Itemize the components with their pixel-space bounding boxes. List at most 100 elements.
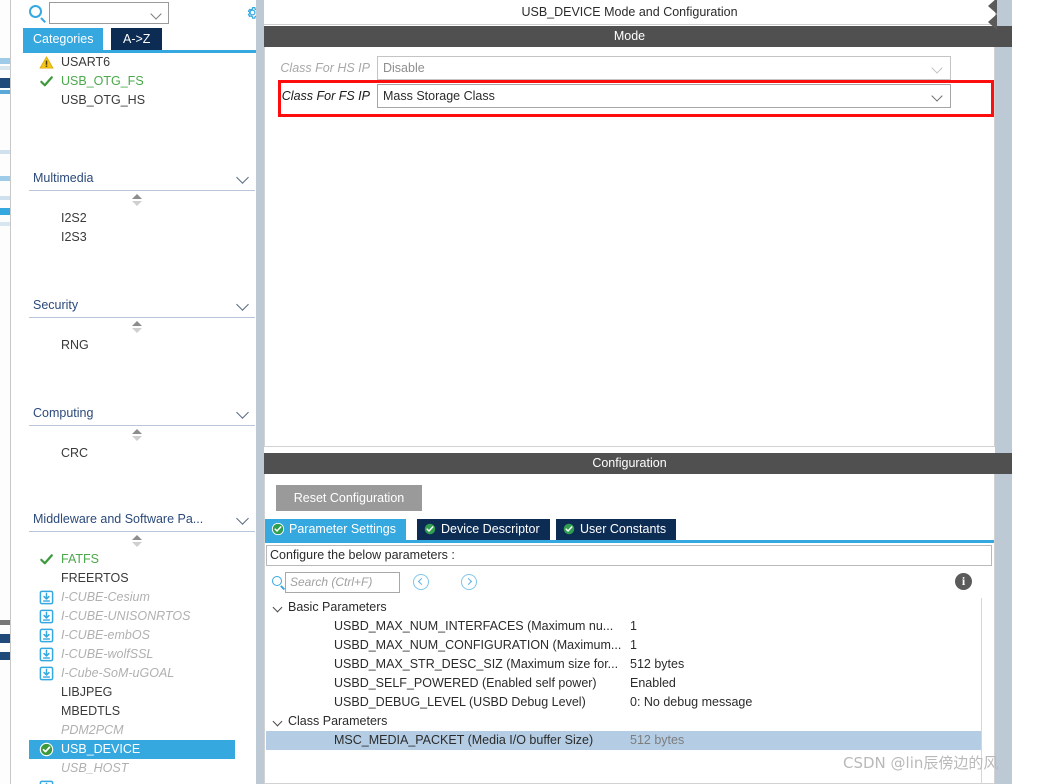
tab-device-descriptor[interactable]: Device Descriptor — [417, 519, 550, 540]
tree-item-partial[interactable] — [29, 778, 255, 784]
tree-item-usb-host[interactable]: USB_HOST — [29, 759, 255, 778]
category-label: Middleware and Software Pa... — [33, 512, 204, 526]
search-icon — [272, 576, 282, 586]
tree-item-mbedtls[interactable]: MBEDTLS — [29, 702, 255, 721]
ip-tree: USART6 USB_OTG_FS USB_OTG_HS Multimedia … — [29, 53, 255, 784]
scroll-spinner[interactable] — [29, 532, 255, 550]
download-icon — [39, 609, 54, 624]
download-icon — [39, 666, 54, 681]
chevron-down-icon — [236, 512, 249, 525]
tree-item-usart6[interactable]: USART6 — [29, 53, 255, 72]
parameter-search-input[interactable]: Search (Ctrl+F) — [285, 572, 400, 593]
chevron-down-icon — [236, 171, 249, 184]
reset-configuration-button[interactable]: Reset Configuration — [276, 485, 422, 511]
download-icon — [39, 628, 54, 643]
category-middleware[interactable]: Middleware and Software Pa... — [29, 506, 255, 532]
table-row[interactable]: USBD_MAX_NUM_CONFIGURATION (Maximum... 1 — [266, 636, 981, 655]
category-multimedia[interactable]: Multimedia — [29, 165, 255, 191]
tree-item-i-cube-cesium[interactable]: I-CUBE-Cesium — [29, 588, 255, 607]
tree-item-label: I-CUBE-wolfSSL — [61, 647, 154, 661]
tree-item-label: I-CUBE-Cesium — [61, 590, 150, 604]
right-scroll-strip[interactable] — [995, 0, 1012, 784]
tree-item-usb-device[interactable]: USB_DEVICE — [29, 740, 235, 759]
class-for-hs-ip-label: Class For HS IP — [280, 61, 370, 75]
main-panel: USB_DEVICE Mode and Configuration Mode C… — [264, 0, 995, 784]
tree-item-usb-otg-hs[interactable]: USB_OTG_HS — [29, 91, 255, 110]
table-row[interactable]: USBD_MAX_STR_DESC_SIZ (Maximum size for.… — [266, 655, 981, 674]
configuration-tabs-underline — [265, 540, 994, 543]
chevron-left-glyph — [417, 577, 426, 586]
tree-item-freertos[interactable]: FREERTOS — [29, 569, 255, 588]
table-row[interactable]: USBD_MAX_NUM_INTERFACES (Maximum nu... 1 — [266, 617, 981, 636]
param-name: USBD_MAX_NUM_CONFIGURATION (Maximum... — [334, 638, 622, 652]
tree-item-i2s3[interactable]: I2S3 — [29, 228, 255, 247]
category-label: Security — [33, 298, 79, 312]
watermark-text: CSDN @lin辰傍边的风 — [843, 754, 999, 772]
download-icon — [39, 780, 54, 784]
class-for-fs-ip-select[interactable]: Mass Storage Class — [377, 84, 951, 108]
sidebar-tabs: Categories A->Z — [11, 28, 264, 50]
category-computing[interactable]: Computing — [29, 400, 255, 426]
tree-item-i-cube-unisonrtos[interactable]: I-CUBE-UNISONRTOS — [29, 607, 255, 626]
param-group-class[interactable]: Class Parameters — [266, 712, 981, 731]
tree-item-libjpeg[interactable]: LIBJPEG — [29, 683, 255, 702]
scroll-spinner[interactable] — [29, 191, 255, 209]
class-for-fs-ip-value: Mass Storage Class — [383, 89, 495, 103]
tab-user-constants[interactable]: User Constants — [556, 519, 677, 540]
collapse-arrow-icon[interactable] — [988, 14, 997, 30]
param-value: 512 bytes — [630, 733, 685, 747]
tree-item-label: I-CUBE-embOS — [61, 628, 150, 642]
tree-item-i-cube-som-ugoal[interactable]: I-Cube-SoM-uGOAL — [29, 664, 255, 683]
class-for-hs-ip-value: Disable — [383, 61, 425, 75]
tree-item-crc[interactable]: CRC — [29, 444, 255, 463]
configuration-hint: Configure the below parameters : — [266, 545, 992, 566]
check-circle-icon — [39, 742, 54, 757]
tree-item-pdm2pcm[interactable]: PDM2PCM — [29, 721, 255, 740]
tree-item-i2s2[interactable]: I2S2 — [29, 209, 255, 228]
search-input[interactable] — [49, 2, 169, 24]
chevron-right-circle-icon[interactable] — [461, 574, 477, 590]
table-row[interactable]: MSC_MEDIA_PACKET (Media I/O buffer Size)… — [266, 731, 981, 750]
param-name: USBD_MAX_STR_DESC_SIZ (Maximum size for.… — [334, 657, 619, 671]
tab-categories[interactable]: Categories — [23, 28, 104, 50]
tree-item-i-cube-wolfssl[interactable]: I-CUBE-wolfSSL — [29, 645, 255, 664]
param-value: 0: No debug message — [630, 695, 753, 709]
tree-item-rng[interactable]: RNG — [29, 336, 255, 355]
parameter-search-row: Search (Ctrl+F) i — [265, 570, 994, 596]
right-background — [1012, 0, 1047, 784]
tab-label: Device Descriptor — [441, 522, 540, 536]
check-circle-icon — [423, 522, 437, 536]
check-circle-icon — [562, 522, 576, 536]
category-security[interactable]: Security — [29, 292, 255, 318]
param-name: USBD_SELF_POWERED (Enabled self power) — [334, 676, 597, 690]
tab-a-to-z[interactable]: A->Z — [111, 28, 163, 50]
configuration-tabs: Parameter Settings Device Descriptor Use… — [265, 519, 994, 540]
tree-item-label: USART6 — [61, 55, 111, 69]
class-for-fs-ip-label: Class For FS IP — [281, 89, 370, 103]
category-label: Computing — [33, 406, 94, 420]
class-for-hs-ip-select[interactable]: Disable — [377, 56, 951, 80]
chevron-left-circle-icon[interactable] — [413, 574, 429, 590]
param-group-basic[interactable]: Basic Parameters — [266, 598, 981, 617]
param-group-label: Class Parameters — [288, 714, 388, 728]
scroll-spinner[interactable] — [29, 426, 255, 444]
table-row[interactable]: USBD_SELF_POWERED (Enabled self power) E… — [266, 674, 981, 693]
tab-parameter-settings[interactable]: Parameter Settings — [265, 519, 406, 540]
param-value: 1 — [630, 638, 637, 652]
param-name: USBD_DEBUG_LEVEL (USBD Debug Level) — [334, 695, 586, 709]
scroll-spinner[interactable] — [29, 318, 255, 336]
table-row[interactable]: USBD_DEBUG_LEVEL (USBD Debug Level) 0: N… — [266, 693, 981, 712]
info-icon[interactable]: i — [955, 573, 972, 590]
chevron-down-icon — [236, 406, 249, 419]
collapse-arrow-icon[interactable] — [988, 0, 997, 14]
download-icon — [39, 590, 54, 605]
param-value: Enabled — [630, 676, 676, 690]
collapse-panel-arrows[interactable] — [988, 0, 1002, 32]
tree-item-fatfs[interactable]: FATFS — [29, 550, 255, 569]
configuration-section-header: Configuration — [264, 453, 995, 474]
tree-item-i-cube-embos[interactable]: I-CUBE-embOS — [29, 626, 255, 645]
tree-item-usb-otg-fs[interactable]: USB_OTG_FS — [29, 72, 255, 91]
chevron-down-icon — [931, 62, 943, 74]
configuration-section-body: Reset Configuration Parameter Settings D… — [264, 474, 995, 784]
